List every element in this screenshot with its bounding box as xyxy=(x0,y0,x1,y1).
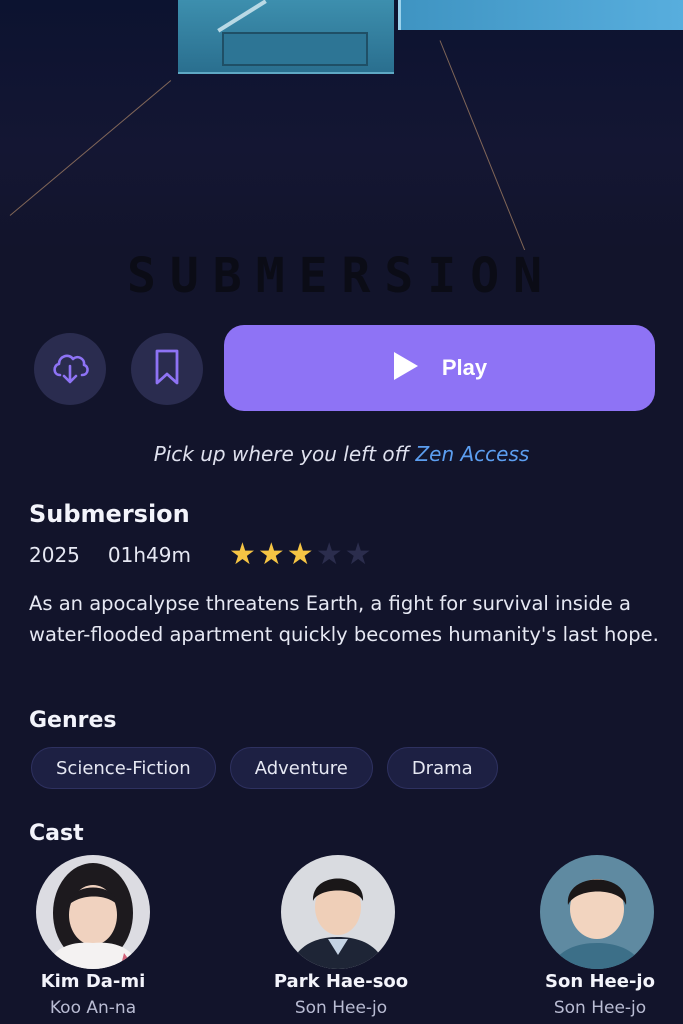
genre-chip[interactable]: Science-Fiction xyxy=(31,747,216,789)
cast-name: Park Hae-soo xyxy=(273,971,409,992)
hero-image xyxy=(0,0,683,250)
bookmark-icon xyxy=(149,347,185,391)
cast-role: Son Hee-jo xyxy=(553,998,647,1018)
hero-light-streak xyxy=(9,80,172,216)
cast-role: Koo An-na xyxy=(49,998,137,1018)
movie-name: Submersion xyxy=(29,500,190,528)
star-filled-icon: ★ xyxy=(286,537,314,572)
cast-role: Son Hee-jo xyxy=(294,998,388,1018)
play-button-label: Play xyxy=(441,355,488,380)
star-filled-icon: ★ xyxy=(257,537,285,572)
zen-access-link[interactable]: Zen Access xyxy=(415,442,529,466)
genre-chip[interactable]: Adventure xyxy=(229,747,373,789)
play-button[interactable]: Play xyxy=(224,325,655,411)
movie-description: As an apocalypse threatens Earth, a figh… xyxy=(29,592,659,646)
cloud-download-icon xyxy=(48,345,92,393)
movie-meta: 2025 01h49m ★ ★ ★ ★ ★ xyxy=(29,540,372,570)
runtime: 01h49m xyxy=(107,543,191,567)
star-rating: ★ ★ ★ ★ ★ xyxy=(229,540,372,570)
cast-heading: Cast xyxy=(29,821,84,846)
genres-heading: Genres xyxy=(29,708,117,733)
cast-name: Kim Da-mi xyxy=(40,971,146,992)
star-empty-icon: ★ xyxy=(315,537,343,572)
hero-pool-inner xyxy=(222,32,368,66)
star-empty-icon: ★ xyxy=(344,537,372,572)
star-filled-icon: ★ xyxy=(228,537,256,572)
cast-name: Son Hee-jo xyxy=(545,971,655,992)
movie-title-logo: SUBMERSION xyxy=(127,248,556,304)
release-year: 2025 xyxy=(29,543,80,567)
hero-light-streak xyxy=(439,40,527,250)
resume-text: Pick up where you left off xyxy=(153,442,410,466)
genre-chip[interactable]: Drama xyxy=(386,747,498,789)
cast-avatar[interactable] xyxy=(540,855,654,969)
download-button[interactable] xyxy=(34,333,106,405)
bookmark-button[interactable] xyxy=(131,333,203,405)
play-icon xyxy=(392,350,420,386)
cast-avatar[interactable] xyxy=(281,855,395,969)
cast-avatar[interactable] xyxy=(36,855,150,969)
resume-message: Pick up where you left off Zen Access xyxy=(0,442,683,466)
hero-panel-shape xyxy=(398,0,683,30)
genre-list: Science-Fiction Adventure Drama xyxy=(31,747,498,789)
